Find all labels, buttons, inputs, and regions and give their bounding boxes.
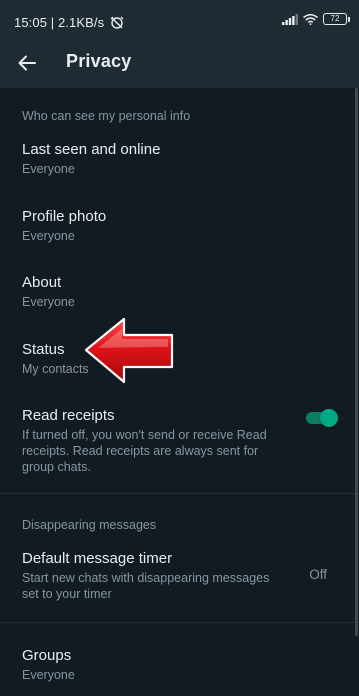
setting-value: Everyone bbox=[22, 162, 75, 176]
network-speed: 2.1KB/s bbox=[57, 15, 105, 30]
arrow-left-icon bbox=[18, 55, 36, 71]
wifi-icon bbox=[303, 13, 318, 25]
setting-title: Groups bbox=[22, 647, 72, 664]
red-arrow-pointer-icon bbox=[84, 317, 174, 384]
timer-value: Off bbox=[309, 567, 327, 582]
setting-default-timer[interactable]: Default message timer Start new chats wi… bbox=[0, 550, 359, 604]
setting-value: Everyone bbox=[22, 668, 75, 682]
battery-level: 72 bbox=[330, 14, 340, 23]
section-divider bbox=[0, 622, 359, 623]
setting-title: Default message timer bbox=[22, 550, 173, 567]
setting-description: If turned off, you won't send or receive… bbox=[22, 428, 267, 474]
status-bar: 15:05 | 2.1KB/s 72 bbox=[0, 0, 359, 40]
alarm-off-icon bbox=[110, 16, 124, 29]
back-button[interactable] bbox=[14, 50, 40, 76]
status-bar-left: 15:05 | 2.1KB/s bbox=[14, 15, 124, 30]
setting-title: Profile photo bbox=[22, 208, 107, 225]
setting-value: My contacts bbox=[22, 362, 89, 376]
setting-title: About bbox=[22, 274, 62, 291]
setting-read-receipts[interactable]: Read receipts If turned off, you won't s… bbox=[0, 407, 359, 477]
section-header-personal-info: Who can see my personal info bbox=[22, 109, 191, 123]
setting-title: Last seen and online bbox=[22, 141, 161, 158]
setting-groups[interactable]: Groups Everyone bbox=[0, 647, 359, 696]
setting-about[interactable]: About Everyone bbox=[0, 274, 359, 324]
page-title: Privacy bbox=[66, 51, 132, 71]
privacy-settings-list: Who can see my personal info Last seen a… bbox=[0, 88, 359, 696]
status-bar-right: 72 bbox=[282, 13, 350, 25]
cell-signal-icon bbox=[282, 13, 298, 25]
battery-icon: 72 bbox=[323, 13, 350, 25]
section-header-disappearing: Disappearing messages bbox=[22, 518, 157, 532]
setting-profile-photo[interactable]: Profile photo Everyone bbox=[0, 208, 359, 258]
setting-value: Everyone bbox=[22, 295, 75, 309]
setting-description: Start new chats with disappearing messag… bbox=[22, 571, 270, 601]
setting-last-seen[interactable]: Last seen and online Everyone bbox=[0, 141, 359, 191]
section-divider bbox=[0, 493, 359, 494]
read-receipts-toggle[interactable] bbox=[306, 409, 338, 427]
app-bar: Privacy bbox=[0, 40, 359, 88]
setting-title: Read receipts bbox=[22, 407, 115, 424]
toggle-knob bbox=[320, 409, 338, 427]
setting-value: Everyone bbox=[22, 229, 75, 243]
setting-title: Status bbox=[22, 341, 65, 358]
setting-status[interactable]: Status My contacts bbox=[0, 341, 359, 391]
scrollbar[interactable] bbox=[355, 88, 358, 636]
status-time: 15:05 bbox=[14, 15, 48, 30]
